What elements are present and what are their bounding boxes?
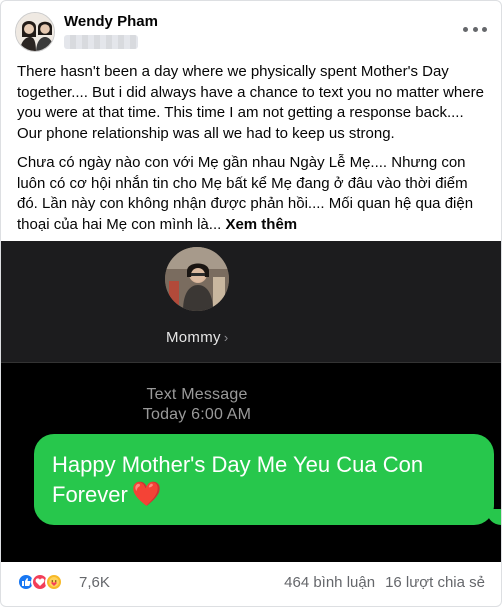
post-paragraph-vietnamese: Chưa có ngày nào con với Mẹ gần nhau Ngà… — [17, 153, 489, 235]
post-header: Wendy Pham — [1, 1, 501, 57]
contact-avatar — [165, 247, 229, 311]
post-footer: 7,6K 464 bình luận 16 lượt chia sẻ — [1, 566, 501, 600]
message-time-label: Today 6:00 AM — [142, 406, 252, 423]
contact-name: Mommy › — [166, 329, 228, 346]
share-count-link[interactable]: 16 lượt chia sẻ — [385, 574, 485, 591]
message-type-label: Text Message — [146, 386, 248, 403]
more-options-button[interactable] — [463, 19, 487, 39]
message-bubble: Happy Mother's Day Me Yeu Cua Con Foreve… — [34, 434, 494, 525]
comment-count-link[interactable]: 464 bình luận — [284, 574, 375, 591]
reaction-icons[interactable] — [17, 573, 63, 591]
message-text: Happy Mother's Day Me Yeu Cua Con Foreve… — [52, 452, 424, 507]
engagement-stats: 464 bình luận 16 lượt chia sẻ — [284, 574, 485, 591]
post-card: Wendy Pham There hasn't been a day where… — [0, 0, 502, 607]
dot-icon — [472, 26, 478, 32]
header-divider — [1, 362, 501, 363]
avatar-photo-icon — [16, 13, 54, 51]
see-more-link[interactable]: Xem thêm — [225, 216, 297, 233]
author-name[interactable]: Wendy Pham — [64, 13, 158, 30]
dot-icon — [482, 26, 487, 32]
post-timestamp-redacted — [64, 35, 138, 49]
dot-icon — [463, 26, 468, 32]
author-avatar[interactable] — [15, 12, 55, 52]
message-meta: Text Message Today 6:00 AM — [1, 385, 393, 425]
chevron-right-icon: › — [223, 330, 229, 345]
contact-photo-icon — [165, 247, 229, 311]
contact-name-text: Mommy — [166, 329, 221, 346]
reaction-count[interactable]: 7,6K — [79, 574, 110, 591]
heart-emoji-icon: ❤️ — [131, 481, 162, 508]
post-paragraph-english: There hasn't been a day where we physica… — [17, 63, 484, 142]
post-photo[interactable]: Mommy › Text Message Today 6:00 AM Happy … — [1, 241, 501, 562]
care-icon — [45, 573, 63, 591]
imessage-header: Mommy › — [1, 241, 501, 362]
post-text: There hasn't been a day where we physica… — [17, 62, 489, 244]
